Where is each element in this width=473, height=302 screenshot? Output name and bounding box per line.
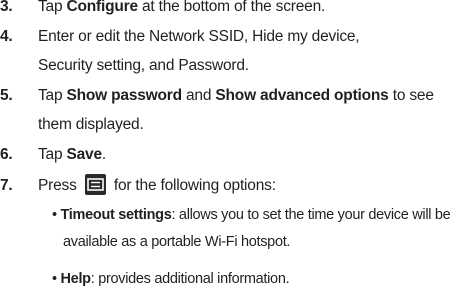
step-text: Tap Configure at the bottom of the scree…: [38, 0, 325, 20]
bullet-help: • Help: provides additional information.: [52, 266, 290, 293]
step-text-line-2: them displayed.: [38, 116, 144, 133]
save-term: Save: [66, 146, 103, 163]
bullet-marker: •: [52, 207, 57, 223]
timeout-settings-term: Timeout settings: [60, 207, 172, 223]
bullet-timeout-settings: • Timeout settings: allows you to set th…: [52, 202, 451, 229]
bullet-text: : provides additional information.: [90, 271, 290, 287]
show-password-term: Show password: [66, 87, 183, 104]
bullet-text: : allows you to set the time your device…: [171, 207, 451, 223]
step-text-part: Press: [38, 177, 81, 194]
step-text-part: Tap: [38, 146, 67, 163]
step-text-line-1: Tap Show password and Show advanced opti…: [38, 82, 434, 109]
bullet-text: available as a portable Wi-Fi hotspot.: [63, 234, 291, 250]
configure-term: Configure: [66, 0, 139, 15]
step-text-line-1: Enter or edit the Network SSID, Hide my …: [38, 28, 360, 45]
help-term: Help: [60, 271, 92, 287]
step-text-part: Tap: [38, 87, 67, 104]
step-text-part: Tap: [38, 0, 67, 15]
step-text-part: to see: [388, 87, 434, 104]
show-advanced-options-term: Show advanced options: [215, 87, 389, 104]
step-number: 5.: [0, 87, 13, 104]
step-text: Press for the following options:: [38, 172, 276, 199]
manual-page: 3. Tap Configure at the bottom of the sc…: [0, 0, 473, 302]
menu-key-icon: [84, 174, 106, 195]
bullet-timeout-settings-continued: available as a portable Wi-Fi hotspot.: [63, 229, 290, 256]
step-number: 4.: [0, 28, 13, 45]
step-number: 3.: [0, 0, 13, 15]
step-text: Tap Save.: [38, 141, 106, 168]
step-number: 6.: [0, 146, 13, 163]
step-text-part: at the bottom of the screen.: [137, 0, 326, 15]
step-text-part: .: [101, 146, 107, 163]
step-text-line-2: Security setting, and Password.: [38, 57, 249, 74]
step-text-part: and: [181, 87, 216, 104]
step-text-part: for the following options:: [109, 177, 276, 194]
step-number: 7.: [0, 177, 13, 194]
bullet-marker: •: [52, 271, 57, 287]
